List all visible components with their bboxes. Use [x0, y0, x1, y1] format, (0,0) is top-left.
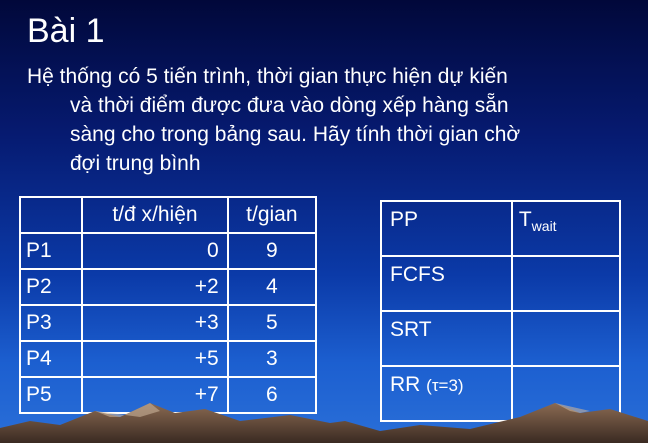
burst-time-cell: 5 [226, 304, 318, 342]
process-name-cell: P3 [18, 304, 84, 342]
process-name-cell: P4 [18, 340, 84, 378]
burst-time-cell: 9 [226, 232, 318, 270]
process-name-cell: P1 [18, 232, 84, 270]
twait-header-cell: Twait [510, 200, 622, 257]
twait-subscript: wait [531, 218, 557, 235]
method-cell: SRT [380, 310, 513, 367]
arrival-time-cell: +3 [81, 304, 229, 342]
method-header-cell: PP [380, 200, 513, 257]
table-header-cell [18, 196, 84, 234]
table-row: SRT [380, 310, 622, 367]
body-line: sàng cho trong bảng sau. Hãy tính thời g… [70, 123, 521, 146]
body-line: và thời điểm được đưa vào dòng xếp hàng … [70, 94, 509, 117]
table-row: P4 +5 3 [18, 340, 318, 378]
process-name-cell: P2 [18, 268, 84, 306]
table-header-row: PP Twait [380, 200, 622, 257]
method-cell: FCFS [380, 255, 513, 312]
twait-value-cell [510, 310, 622, 367]
table-row: P1 0 9 [18, 232, 318, 270]
table-row: FCFS [380, 255, 622, 312]
table-header-row: t/đ x/hiện t/gian [18, 196, 318, 234]
body-line: Hệ thống có 5 tiến trình, thời gian thực… [27, 65, 508, 88]
arrival-time-cell: 0 [81, 232, 229, 270]
slide-body-text: Hệ thống có 5 tiến trình, thời gian thực… [27, 62, 637, 178]
burst-time-cell: 4 [226, 268, 318, 306]
twait-label: T [518, 208, 532, 231]
mountain-silhouette-graphic [0, 403, 648, 443]
table-row: P2 +2 4 [18, 268, 318, 306]
body-line: đợi trung bình [70, 152, 201, 175]
slide-title: Bài 1 [27, 12, 105, 50]
twait-value-cell [510, 255, 622, 312]
table-header-cell: t/đ x/hiện [81, 196, 229, 234]
arrival-time-cell: +2 [81, 268, 229, 306]
table-header-cell: t/gian [226, 196, 318, 234]
arrival-time-cell: +5 [81, 340, 229, 378]
table-row: P3 +3 5 [18, 304, 318, 342]
burst-time-cell: 3 [226, 340, 318, 378]
